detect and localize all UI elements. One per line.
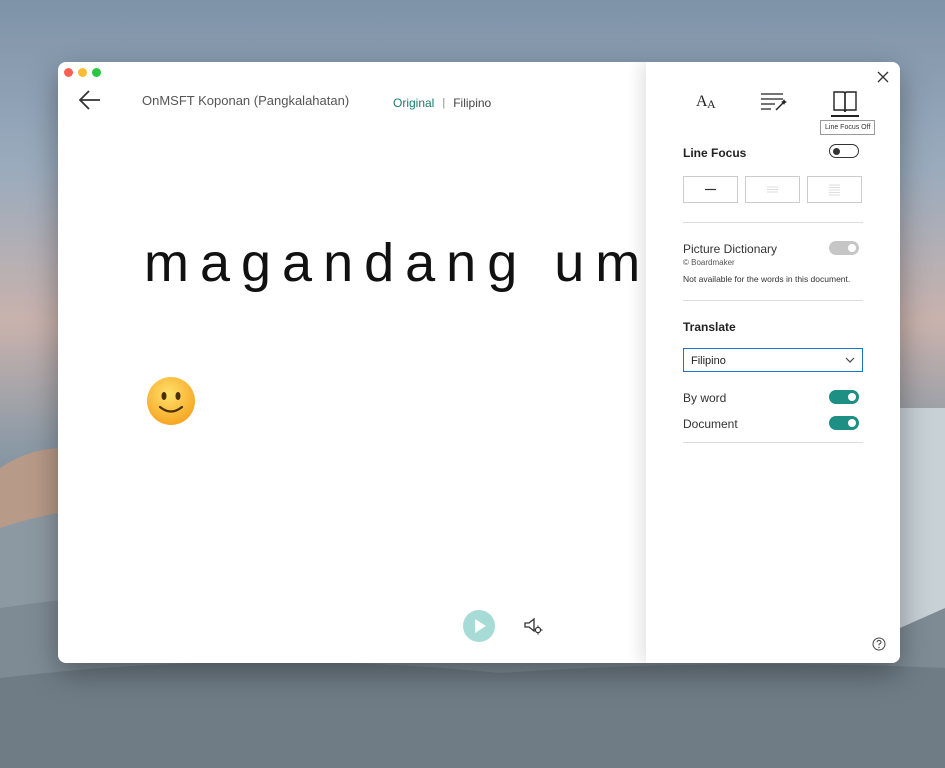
tab-original[interactable]: Original (393, 96, 434, 110)
line-focus-toggle[interactable] (829, 144, 859, 158)
tab-filipino[interactable]: Filipino (453, 96, 491, 110)
line-focus-one-line-button[interactable] (683, 176, 738, 203)
picture-dictionary-label: Picture Dictionary (683, 242, 778, 256)
speaker-gear-icon (524, 617, 543, 635)
zoom-window-button[interactable] (92, 68, 101, 77)
one-line-icon (705, 188, 716, 191)
minimize-window-button[interactable] (78, 68, 87, 77)
line-focus-five-lines-button[interactable] (807, 176, 862, 203)
chevron-down-icon (845, 357, 855, 363)
document-label: Document (683, 417, 738, 431)
reader-settings-panel: A A Line Focus Off Line Focus Picture Di… (646, 62, 900, 663)
tab-reading-preferences[interactable] (829, 86, 861, 117)
by-word-toggle[interactable] (829, 390, 859, 404)
voice-settings-button[interactable] (522, 615, 544, 637)
help-icon (872, 637, 886, 651)
tooltip: Line Focus Off (820, 120, 876, 135)
divider (683, 222, 863, 223)
line-focus-three-lines-button[interactable] (745, 176, 800, 203)
document-toggle[interactable] (829, 416, 859, 430)
line-focus-label: Line Focus (683, 146, 747, 160)
three-lines-icon (767, 186, 778, 193)
picture-dictionary-note: Not available for the words in this docu… (683, 274, 851, 284)
by-word-label: By word (683, 391, 727, 405)
view-tabs: Original | Filipino (393, 96, 491, 110)
grammar-wand-icon (761, 93, 787, 111)
svg-text:A: A (707, 97, 716, 111)
close-icon (877, 71, 889, 83)
arrow-left-icon (78, 90, 100, 110)
play-icon (475, 619, 486, 633)
divider (683, 442, 863, 443)
five-lines-icon (829, 184, 840, 196)
translate-label: Translate (683, 320, 736, 334)
selected-language: Filipino (691, 355, 726, 367)
tab-separator: | (442, 97, 446, 109)
help-button[interactable] (872, 637, 886, 651)
smiling-face-icon (147, 377, 195, 425)
divider (683, 300, 863, 301)
close-window-button[interactable] (64, 68, 73, 77)
close-panel-button[interactable] (876, 70, 890, 84)
picture-dictionary-toggle[interactable] (829, 241, 859, 255)
text-size-icon: A A (696, 93, 716, 111)
tab-text-preferences[interactable]: A A (692, 86, 724, 116)
document-title: OnMSFT Koponan (Pangkalahatan) (142, 93, 350, 108)
back-button[interactable] (78, 89, 102, 111)
immersive-reader-window: OnMSFT Koponan (Pangkalahatan) Original … (58, 62, 900, 663)
play-button[interactable] (463, 610, 495, 642)
boardmaker-credit: © Boardmaker (683, 258, 735, 267)
translate-language-select[interactable]: Filipino (683, 348, 863, 372)
tab-grammar-options[interactable] (757, 86, 789, 116)
book-icon (833, 91, 857, 113)
window-controls (64, 68, 101, 77)
